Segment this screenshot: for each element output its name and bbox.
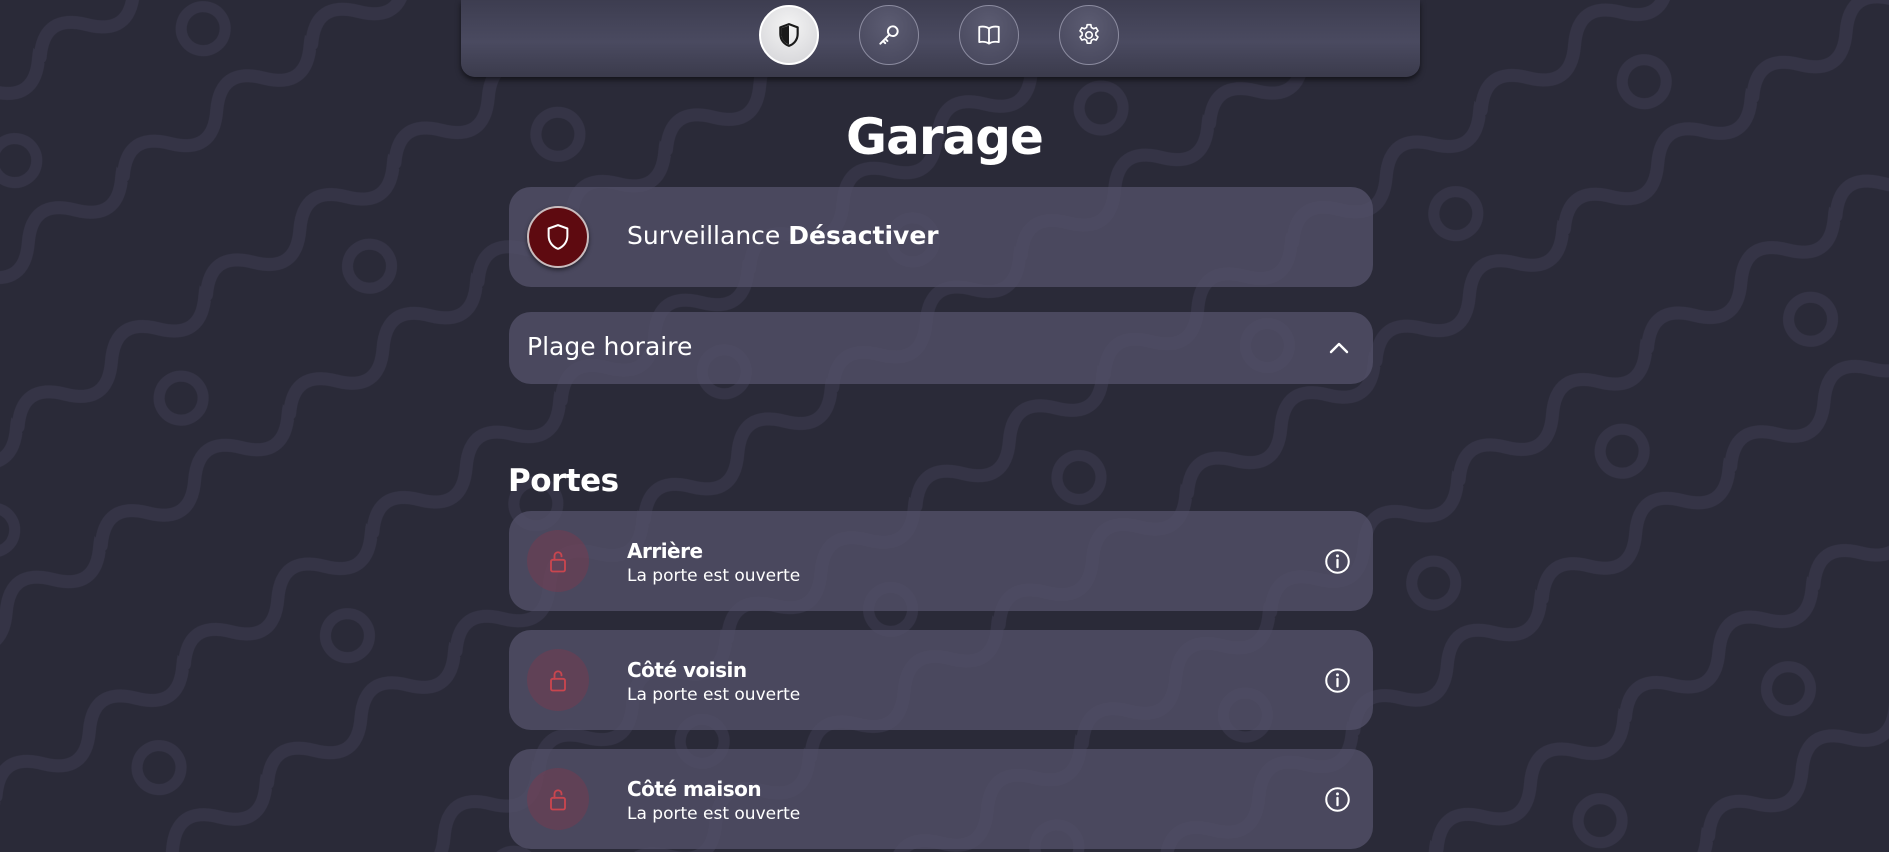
door-lock-button[interactable] (527, 649, 589, 711)
page-title: Garage (846, 108, 1044, 166)
surveillance-action-label[interactable]: Désactiver (788, 221, 938, 250)
door-row-cote-maison[interactable]: Côté maison La porte est ouverte (509, 749, 1373, 849)
unlocked-padlock-icon (550, 670, 566, 692)
unlocked-padlock-icon (550, 789, 566, 811)
schedule-accordion[interactable]: Plage horaire (509, 312, 1373, 384)
info-icon[interactable] (1324, 548, 1351, 575)
doors-section-title: Portes (508, 463, 619, 499)
info-icon[interactable] (1324, 667, 1351, 694)
nav-settings-button[interactable] (1059, 5, 1119, 65)
chevron-up-icon[interactable] (1327, 336, 1351, 360)
surveillance-status-text: Surveillance Désactiver (627, 221, 939, 250)
shield-icon (547, 224, 569, 250)
nav-surveillance-button[interactable] (759, 5, 819, 65)
shield-icon (779, 23, 799, 47)
surveillance-label: Surveillance (627, 221, 781, 250)
top-navigation-bar (461, 0, 1420, 77)
door-name: Arrière (627, 539, 703, 563)
door-status: La porte est ouverte (627, 804, 801, 824)
door-lock-button[interactable] (527, 530, 589, 592)
info-icon[interactable] (1324, 786, 1351, 813)
door-row-cote-voisin[interactable]: Côté voisin La porte est ouverte (509, 630, 1373, 730)
gear-icon (1079, 23, 1099, 44)
surveillance-toggle-button[interactable] (527, 206, 589, 268)
book-icon (978, 25, 1000, 45)
unlocked-padlock-icon (550, 551, 566, 573)
door-lock-button[interactable] (527, 768, 589, 830)
surveillance-card: Surveillance Désactiver (509, 187, 1373, 287)
door-name: Côté voisin (627, 658, 747, 682)
door-status: La porte est ouverte (627, 566, 801, 586)
schedule-label: Plage horaire (527, 332, 693, 361)
nav-journal-button[interactable] (959, 5, 1019, 65)
door-row-arriere[interactable]: Arrière La porte est ouverte (509, 511, 1373, 611)
door-status: La porte est ouverte (627, 685, 801, 705)
door-name: Côté maison (627, 777, 762, 801)
nav-keys-button[interactable] (859, 5, 919, 65)
key-icon (879, 25, 899, 45)
